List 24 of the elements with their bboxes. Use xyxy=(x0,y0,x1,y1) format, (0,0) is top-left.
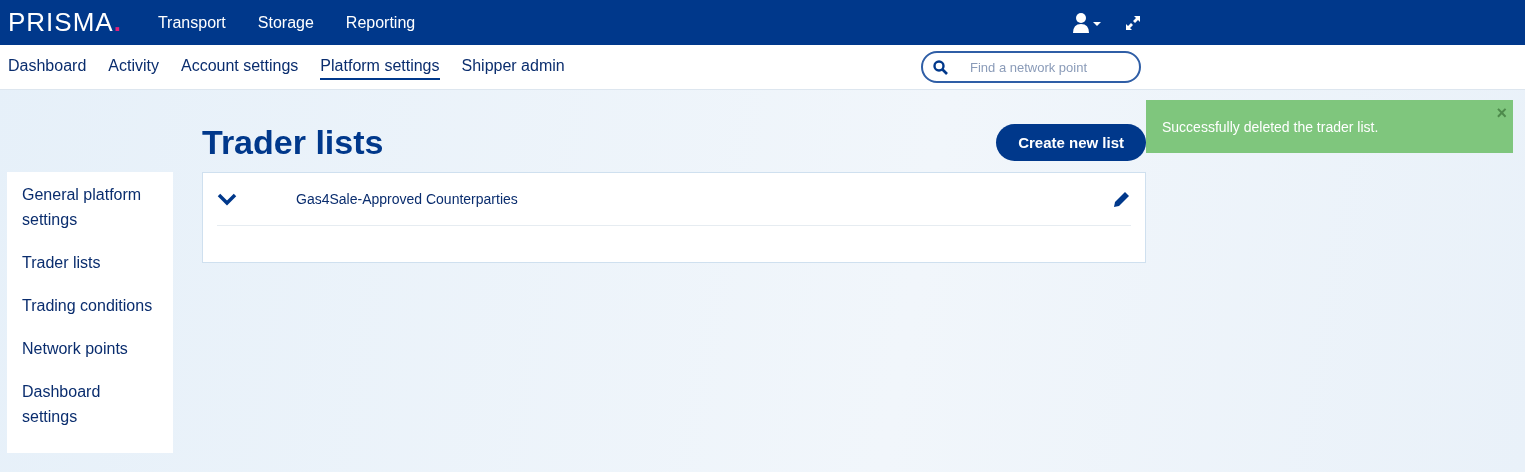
toast-message: Successfully deleted the trader list. xyxy=(1162,118,1379,135)
chevron-down-icon[interactable] xyxy=(217,192,237,206)
sidebar-item[interactable]: Trader lists xyxy=(7,248,173,283)
user-menu-icon[interactable] xyxy=(1073,12,1103,33)
page-title: Trader lists xyxy=(202,122,384,162)
nav-tab[interactable]: Account settings xyxy=(180,54,299,80)
sidebar-item[interactable]: Network points xyxy=(7,334,173,369)
nav-tab[interactable]: Dashboard xyxy=(8,54,87,80)
search-icon xyxy=(933,60,948,75)
nav-link[interactable]: Transport xyxy=(157,13,226,32)
create-list-button[interactable]: Create new list xyxy=(996,123,1146,161)
nav-link[interactable]: Reporting xyxy=(345,13,416,32)
prisma-logo[interactable]: PRISMA. xyxy=(8,7,122,38)
sidebar-item[interactable]: Dashboard settings xyxy=(7,377,173,437)
nav-tab[interactable]: Platform settings xyxy=(320,54,440,80)
search-field[interactable]: Find a network point xyxy=(921,51,1141,83)
nav-tab[interactable]: Activity xyxy=(108,54,159,80)
list-name: Gas4Sale-Approved Counterparties xyxy=(296,191,519,207)
sidebar-item[interactable]: General platform settings xyxy=(7,180,173,240)
sidebar-item[interactable]: Trading conditions xyxy=(7,291,173,326)
expand-icon[interactable] xyxy=(1125,14,1141,31)
nav-tab[interactable]: Shipper admin xyxy=(461,54,565,80)
nav-link[interactable]: Storage xyxy=(257,13,314,32)
pencil-icon[interactable] xyxy=(1113,190,1131,208)
